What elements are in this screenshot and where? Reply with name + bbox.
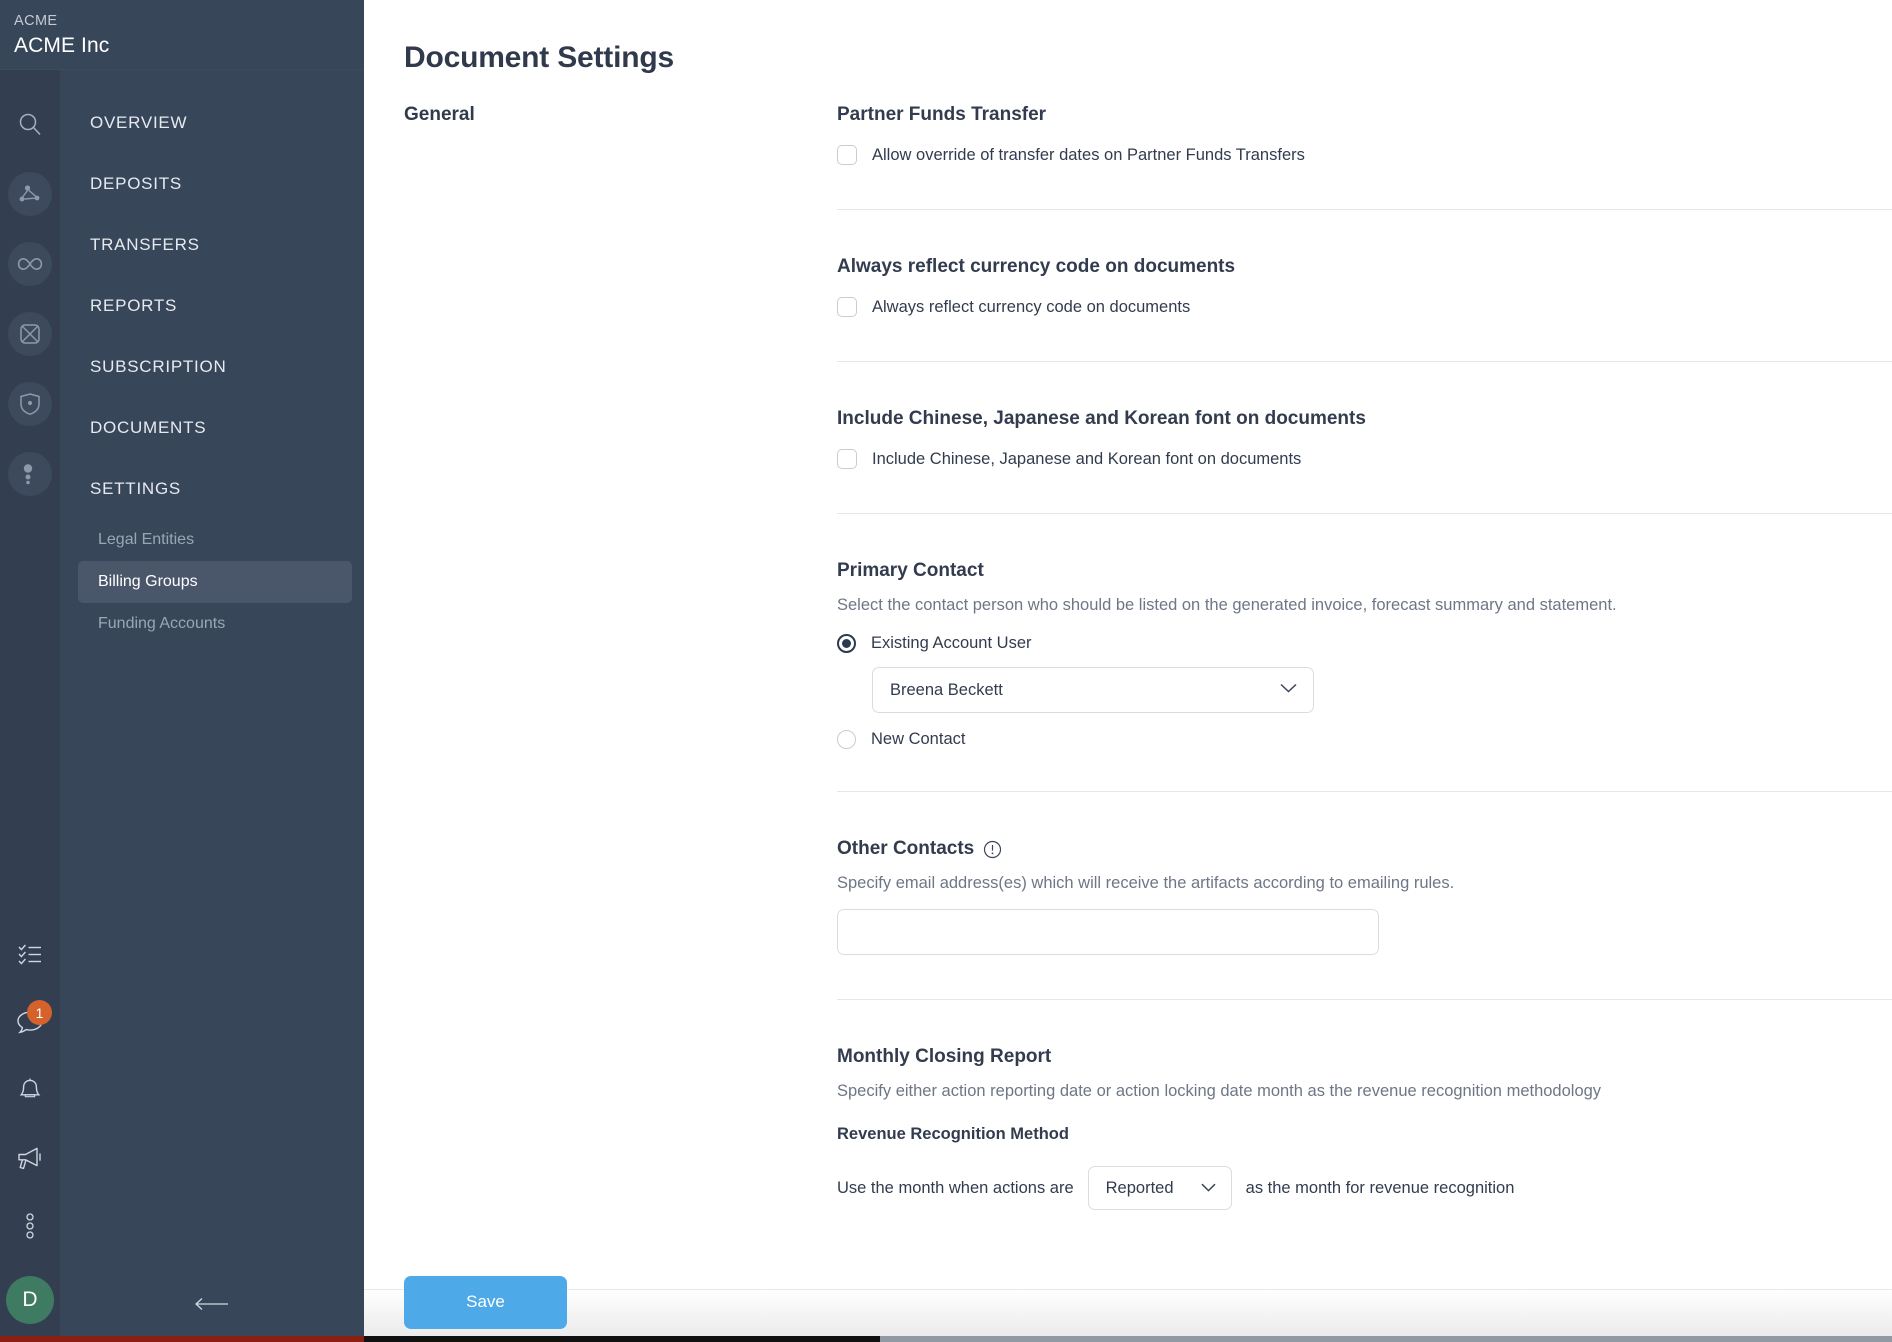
collapse-sidebar-icon[interactable] <box>185 1288 239 1320</box>
other-contacts-description: Specify email address(es) which will rec… <box>837 874 1455 892</box>
org-kicker: ACME <box>14 13 58 29</box>
main-content: Document Settings General Partner Funds … <box>364 0 1892 1342</box>
cjk-font-title: Include Chinese, Japanese and Korean fon… <box>837 408 1366 429</box>
sidebar-body: 1 D OVERVIEW DEPOSITS TRANSFERS REPORTS … <box>0 70 364 1342</box>
sidebar-item-overview[interactable]: OVERVIEW <box>60 92 364 153</box>
radio-row-new-contact[interactable]: New Contact <box>837 730 1892 749</box>
sidebar-subitem-legal-entities[interactable]: Legal Entities <box>78 519 352 561</box>
sidebar-item-transfers[interactable]: TRANSFERS <box>60 214 364 275</box>
cjk-font-checkbox-label[interactable]: Include Chinese, Japanese and Korean fon… <box>872 450 1301 469</box>
sidebar-subitem-funding-accounts[interactable]: Funding Accounts <box>78 603 352 645</box>
partner-funds-checkbox[interactable] <box>837 145 857 165</box>
primary-contact-description: Select the contact person who should be … <box>837 596 1617 614</box>
radio-existing-account-user-label[interactable]: Existing Account User <box>871 634 1032 653</box>
org-header: ACME ACME Inc <box>0 0 364 70</box>
fieldset-monthly-closing-report: Monthly Closing Report Specify either ac… <box>837 1044 1892 1210</box>
revenue-recognition-row: Use the month when actions are Reported … <box>837 1166 1892 1210</box>
save-button[interactable]: Save <box>404 1275 567 1329</box>
page-title: Document Settings <box>404 41 674 74</box>
settings-fields-col: Partner Funds Transfer Allow override of… <box>837 102 1892 1210</box>
chevron-down-icon <box>1279 681 1298 699</box>
shield-icon[interactable] <box>8 382 52 426</box>
bell-icon[interactable] <box>8 1068 52 1112</box>
more-dots-icon[interactable] <box>8 452 52 496</box>
os-taskbar-strip <box>0 1336 1892 1342</box>
avatar[interactable]: D <box>6 1276 54 1324</box>
primary-contact-select[interactable]: Breena Beckett <box>872 667 1314 713</box>
currency-code-checkbox-row[interactable]: Always reflect currency code on document… <box>837 297 1892 317</box>
revenue-recognition-suffix: as the month for revenue recognition <box>1245 1178 1515 1197</box>
sidebar-item-subscription[interactable]: SUBSCRIPTION <box>60 336 364 397</box>
infinity-icon[interactable] <box>8 242 52 286</box>
icon-rail-top <box>8 70 52 496</box>
revenue-recognition-select[interactable]: Reported <box>1087 1166 1232 1210</box>
radio-existing-account-user[interactable] <box>837 634 856 653</box>
sidebar: ACME ACME Inc 1 D OVERVIEW DEPOSITS TRAN… <box>0 0 364 1342</box>
monthly-closing-description: Specify either action reporting date or … <box>837 1082 1602 1100</box>
collapse-row <box>60 1288 364 1320</box>
radio-new-contact[interactable] <box>837 730 856 749</box>
sidebar-item-documents[interactable]: DOCUMENTS <box>60 397 364 458</box>
os-taskbar-grey <box>880 1336 1892 1342</box>
fieldset-other-contacts: Other Contacts Specify email address(es)… <box>837 836 1892 955</box>
megaphone-icon[interactable] <box>8 1136 52 1180</box>
currency-code-checkbox[interactable] <box>837 297 857 317</box>
settings-section-label-col: General <box>404 102 837 1210</box>
primary-contact-select-value: Breena Beckett <box>890 680 1003 699</box>
dots-vertical-icon[interactable] <box>8 1204 52 1248</box>
section-label-general: General <box>404 104 475 125</box>
fieldset-currency-code: Always reflect currency code on document… <box>837 254 1892 317</box>
nav-panel: OVERVIEW DEPOSITS TRANSFERS REPORTS SUBS… <box>60 70 364 1342</box>
checklist-icon[interactable] <box>8 932 52 976</box>
chevron-down-icon <box>1200 1179 1217 1198</box>
chat-badge: 1 <box>27 1000 52 1025</box>
search-icon[interactable] <box>8 102 52 146</box>
cjk-font-checkbox-row[interactable]: Include Chinese, Japanese and Korean fon… <box>837 449 1892 469</box>
settings-columns: General Partner Funds Transfer Allow ove… <box>364 75 1892 1210</box>
exclamation-circle-icon <box>983 840 1002 859</box>
fieldset-partner-funds-transfer: Partner Funds Transfer Allow override of… <box>837 102 1892 165</box>
icon-rail-bottom: 1 D <box>0 932 60 1342</box>
app-root: ACME ACME Inc 1 D OVERVIEW DEPOSITS TRAN… <box>0 0 1892 1342</box>
revenue-recognition-method-label: Revenue Recognition Method <box>837 1125 1069 1143</box>
cjk-font-checkbox[interactable] <box>837 449 857 469</box>
partner-funds-checkbox-label[interactable]: Allow override of transfer dates on Part… <box>872 146 1305 165</box>
fieldset-cjk-font: Include Chinese, Japanese and Korean fon… <box>837 406 1892 469</box>
org-name: ACME Inc <box>14 34 110 57</box>
chat-icon[interactable]: 1 <box>8 1000 52 1044</box>
settings-scroll-area: Document Settings General Partner Funds … <box>364 0 1892 1289</box>
partner-funds-title: Partner Funds Transfer <box>837 104 1047 125</box>
sidebar-item-deposits[interactable]: DEPOSITS <box>60 153 364 214</box>
sidebar-item-reports[interactable]: REPORTS <box>60 275 364 336</box>
other-contacts-title-text: Other Contacts <box>837 838 975 859</box>
sidebar-subitem-billing-groups[interactable]: Billing Groups <box>78 561 352 603</box>
radio-row-existing-account-user[interactable]: Existing Account User <box>837 634 1892 653</box>
currency-code-checkbox-label[interactable]: Always reflect currency code on document… <box>872 298 1190 317</box>
other-contacts-input[interactable] <box>837 909 1379 955</box>
radio-new-contact-label[interactable]: New Contact <box>871 730 965 749</box>
footer-action-bar: Save <box>364 1275 1892 1342</box>
other-contacts-title: Other Contacts <box>837 836 1892 862</box>
network-icon[interactable] <box>8 172 52 216</box>
fieldset-primary-contact: Primary Contact Select the contact perso… <box>837 558 1892 749</box>
primary-contact-title: Primary Contact <box>837 560 984 581</box>
revenue-recognition-select-value: Reported <box>1105 1178 1174 1197</box>
currency-code-title: Always reflect currency code on document… <box>837 256 1236 277</box>
monthly-closing-title: Monthly Closing Report <box>837 1046 1052 1067</box>
icon-rail: 1 D <box>0 70 60 1342</box>
partner-funds-checkbox-row[interactable]: Allow override of transfer dates on Part… <box>837 145 1892 165</box>
sidebar-item-settings[interactable]: SETTINGS <box>60 458 364 519</box>
atom-icon[interactable] <box>8 312 52 356</box>
revenue-recognition-prefix: Use the month when actions are <box>837 1178 1074 1197</box>
